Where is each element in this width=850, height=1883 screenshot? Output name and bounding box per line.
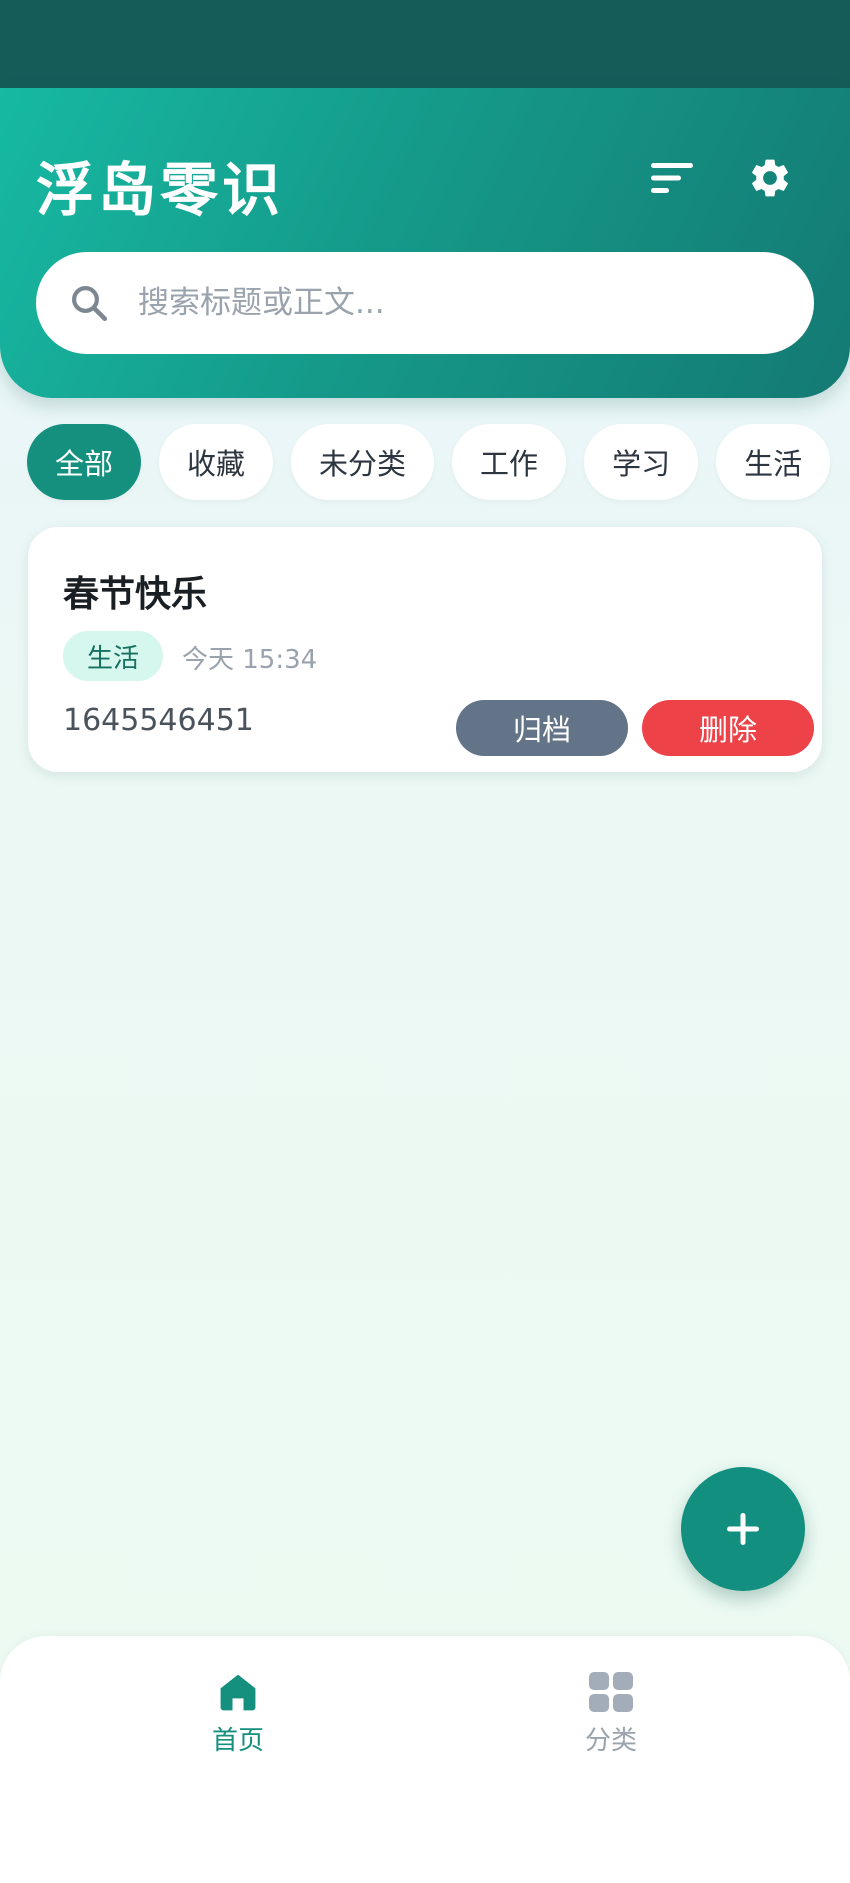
filter-chip-work[interactable]: 工作 bbox=[452, 424, 567, 500]
delete-button[interactable]: 删除 bbox=[642, 700, 814, 756]
archive-button[interactable]: 归档 bbox=[456, 700, 628, 756]
app-title: 浮岛零识 bbox=[36, 156, 285, 224]
note-title: 春节快乐 bbox=[63, 574, 208, 615]
filter-chip-life[interactable]: 生活 bbox=[716, 424, 831, 500]
nav-item-home[interactable]: 首页 bbox=[178, 1670, 298, 1770]
add-note-button[interactable] bbox=[681, 1467, 805, 1591]
settings-button[interactable] bbox=[738, 146, 802, 210]
note-tag: 生活 bbox=[63, 631, 164, 681]
gear-icon bbox=[752, 159, 788, 197]
nav-label-category: 分类 bbox=[584, 1726, 637, 1756]
plus-icon bbox=[727, 1513, 759, 1545]
search-icon bbox=[72, 286, 108, 322]
sort-button[interactable] bbox=[640, 146, 704, 210]
note-card[interactable]: 春节快乐 生活 今天 15:34 1645546451 归档 删除 bbox=[28, 527, 822, 772]
filter-chip-uncategorized[interactable]: 未分类 bbox=[291, 424, 435, 500]
note-preview: 1645546451 bbox=[63, 703, 254, 738]
nav-item-category[interactable]: 分类 bbox=[551, 1670, 671, 1770]
status-bar bbox=[0, 0, 850, 88]
nav-label-home: 首页 bbox=[211, 1726, 264, 1756]
filter-chip-all[interactable]: 全部 bbox=[27, 424, 142, 500]
note-timestamp: 今天 15:34 bbox=[182, 645, 318, 675]
search-input[interactable] bbox=[138, 285, 758, 321]
app-header: 浮岛零识 bbox=[0, 88, 850, 398]
bottom-navigation: 首页 分类 bbox=[0, 1636, 850, 1883]
filter-chip-study[interactable]: 学习 bbox=[584, 424, 699, 500]
filter-chip-favorites[interactable]: 收藏 bbox=[159, 424, 274, 500]
grid-icon bbox=[589, 1672, 633, 1712]
search-bar[interactable] bbox=[36, 252, 814, 354]
home-icon bbox=[220, 1674, 256, 1711]
filter-chips: 全部 收藏 未分类 工作 学习 生活 bbox=[27, 424, 831, 500]
sort-lines-icon bbox=[651, 163, 693, 193]
